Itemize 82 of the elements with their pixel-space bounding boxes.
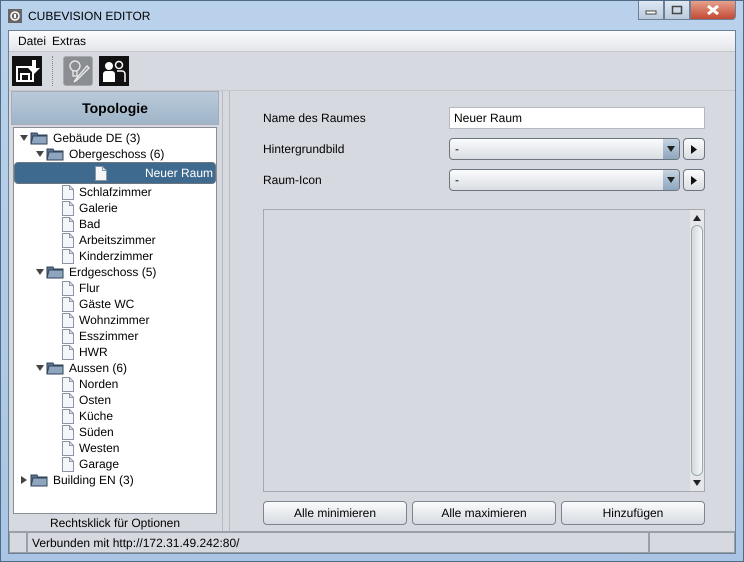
document-icon — [62, 344, 74, 360]
app-icon — [8, 8, 22, 22]
folder-icon — [46, 265, 64, 279]
play-icon — [691, 144, 697, 154]
close-button[interactable] — [690, 1, 736, 20]
tree-item[interactable]: Garage — [14, 456, 216, 472]
action-button[interactable]: Hinzufügen — [561, 501, 705, 525]
name-field[interactable]: Neuer Raum — [449, 107, 705, 129]
tree-item[interactable]: Erdgeschoss (5) — [14, 264, 216, 280]
play-icon — [691, 176, 697, 184]
tree-item[interactable]: Gäste WC — [14, 296, 216, 312]
document-icon — [62, 216, 74, 232]
tree-item[interactable]: Gebäude DE (3) — [14, 130, 216, 146]
status-text: Verbunden mit http://172.31.49.242:80/ — [27, 532, 649, 553]
menu-item[interactable]: Datei — [18, 34, 46, 48]
field-label: Hintergrundbild — [263, 142, 346, 156]
document-icon — [62, 392, 74, 408]
users-button[interactable] — [99, 56, 129, 86]
scroll-up-icon[interactable] — [693, 214, 701, 222]
close-icon — [706, 5, 720, 15]
caret-down-icon — [667, 176, 675, 184]
tree-item[interactable]: Building EN (3) — [14, 472, 216, 488]
scroll-down-icon[interactable] — [693, 479, 701, 487]
hint-text: Rechtsklick für Optionen — [48, 514, 182, 531]
tree-item[interactable]: Kinderzimmer — [14, 248, 216, 264]
splitter-handle[interactable] — [222, 91, 230, 531]
tree-item[interactable]: Obergeschoss (6) — [14, 146, 216, 162]
document-icon — [62, 200, 74, 216]
tree-item[interactable]: Flur — [14, 280, 216, 296]
folder-icon — [46, 147, 64, 161]
tree-item[interactable]: Wohnzimmer — [14, 312, 216, 328]
folder-icon — [30, 131, 48, 145]
maximize-icon — [671, 5, 683, 15]
dropdown[interactable]: - — [449, 138, 680, 160]
action-button[interactable]: Alle minimieren — [263, 501, 407, 525]
tree-item[interactable]: Arbeitszimmer — [14, 232, 216, 248]
play-button[interactable] — [683, 138, 705, 160]
tree-item[interactable]: HWR — [14, 344, 216, 360]
document-icon — [62, 440, 74, 456]
tree-item[interactable]: Bad — [14, 216, 216, 232]
tree-item[interactable]: Neuer Raum — [14, 162, 216, 184]
window-title: CUBEVISION EDITOR — [28, 8, 152, 22]
menu-item[interactable]: Extras — [52, 34, 86, 48]
document-icon — [62, 232, 74, 248]
tree-item[interactable]: Galerie — [14, 200, 216, 216]
document-icon — [95, 166, 108, 180]
expanded-triangle-icon[interactable] — [34, 150, 46, 158]
document-icon — [62, 296, 74, 312]
document-icon — [62, 184, 74, 200]
tree-item[interactable]: Aussen (6) — [14, 360, 216, 376]
tree-item[interactable]: Esszimmer — [14, 328, 216, 344]
tree-item[interactable]: Süden — [14, 424, 216, 440]
document-icon — [62, 408, 74, 424]
folder-icon — [46, 361, 64, 375]
tree-item[interactable]: Küche — [14, 408, 216, 424]
play-button[interactable] — [683, 169, 705, 191]
field-label: Name des Raumes — [263, 111, 367, 125]
expanded-triangle-icon[interactable] — [34, 268, 46, 276]
field-label: Raum-Icon — [263, 173, 323, 187]
tree-item[interactable]: Osten — [14, 392, 216, 408]
scrollbar[interactable] — [690, 210, 704, 491]
expanded-triangle-icon[interactable] — [34, 364, 46, 372]
folder-icon — [30, 473, 48, 487]
document-icon — [62, 376, 74, 392]
action-button[interactable]: Alle maximieren — [412, 501, 556, 525]
maximize-button[interactable] — [664, 1, 690, 20]
tree-item[interactable]: Schlafzimmer — [14, 184, 216, 200]
document-icon — [62, 248, 74, 264]
caret-down-icon — [667, 145, 675, 153]
minimize-button[interactable] — [638, 1, 664, 20]
tree-item[interactable]: Westen — [14, 440, 216, 456]
document-icon — [62, 424, 74, 440]
panel-header: Topologie — [11, 91, 219, 125]
tree-item[interactable]: Norden — [14, 376, 216, 392]
document-icon — [62, 328, 74, 344]
document-icon — [62, 456, 74, 472]
edit-button[interactable] — [63, 56, 93, 86]
document-icon — [62, 280, 74, 296]
dropdown[interactable]: - — [449, 169, 680, 191]
expanded-triangle-icon[interactable] — [18, 134, 30, 142]
document-icon — [62, 312, 74, 328]
save-button[interactable] — [12, 56, 42, 86]
